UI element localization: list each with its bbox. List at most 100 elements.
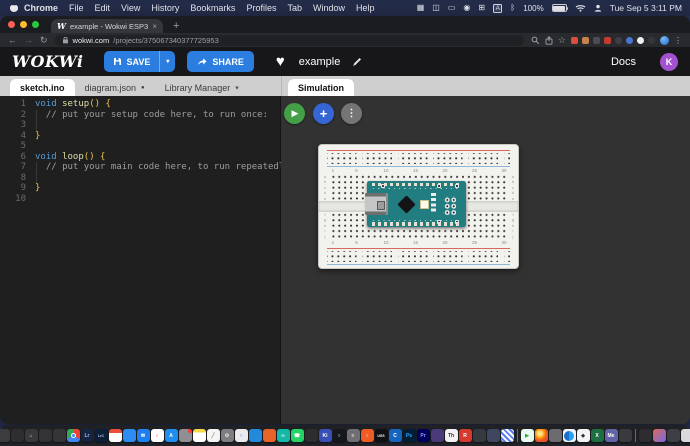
- dock-app-orange-icon[interactable]: [263, 429, 276, 442]
- dock-premiere-icon[interactable]: Pr: [417, 429, 430, 442]
- rail-holes-bottom[interactable]: [327, 251, 510, 262]
- dock-window-thumb-1-icon[interactable]: [639, 429, 652, 442]
- extension-icon-5[interactable]: [615, 37, 622, 44]
- screen-record-icon[interactable]: ◉: [463, 4, 470, 12]
- dock-app-store-icon[interactable]: A: [165, 429, 178, 442]
- apple-menu-icon[interactable]: [10, 4, 18, 12]
- menu-chrome[interactable]: Chrome: [24, 3, 58, 13]
- dock-app-gray-lines-icon[interactable]: ≡: [347, 429, 360, 442]
- menu-profiles[interactable]: Profiles: [246, 3, 276, 13]
- dock-meet-me-icon[interactable]: Me: [605, 429, 618, 442]
- dock-app-paw-icon[interactable]: [305, 429, 318, 442]
- rename-pencil-icon[interactable]: [352, 57, 362, 67]
- dock-app-dark-5-icon[interactable]: [619, 429, 632, 442]
- menu-file[interactable]: File: [69, 3, 84, 13]
- dock-window-thumb-3-icon[interactable]: [667, 429, 680, 442]
- dock-discord-icon[interactable]: [473, 429, 486, 442]
- reload-button[interactable]: ↻: [40, 35, 48, 45]
- dock-app-gray-2-icon[interactable]: [549, 429, 562, 442]
- url-bar[interactable]: wokwi.com/projects/375067340377725953: [55, 35, 524, 46]
- menu-tab[interactable]: Tab: [287, 3, 302, 13]
- dock-app-dark-3-icon[interactable]: [39, 429, 52, 442]
- menu-bookmarks[interactable]: Bookmarks: [190, 3, 235, 13]
- copy-icon[interactable]: ⊞: [478, 4, 485, 12]
- dock-app-gray-badge-icon[interactable]: [179, 429, 192, 442]
- docs-link[interactable]: Docs: [611, 56, 636, 68]
- dock-freeform-icon[interactable]: ╱: [207, 429, 220, 442]
- dock-app-striped-icon[interactable]: [501, 429, 514, 442]
- input-source-icon[interactable]: A: [493, 4, 502, 13]
- minimize-window-button[interactable]: [20, 21, 27, 28]
- dock-calendar-icon[interactable]: [109, 429, 122, 442]
- simulation-menu-button[interactable]: ⋮: [341, 103, 362, 124]
- extension-icon-8[interactable]: [648, 37, 655, 44]
- dock-excel-icon[interactable]: X: [591, 429, 604, 442]
- extension-icon-6[interactable]: [626, 37, 633, 44]
- dock-app-dark-4-icon[interactable]: [53, 429, 66, 442]
- dock-notes-icon[interactable]: [193, 429, 206, 442]
- menu-window[interactable]: Window: [313, 3, 345, 13]
- tab-library-manager[interactable]: Library Manager▾: [155, 79, 249, 96]
- extension-icon-4[interactable]: [604, 37, 611, 44]
- menu-help[interactable]: Help: [356, 3, 375, 13]
- dock-kicad-icon[interactable]: Ki: [319, 429, 332, 442]
- share-icon[interactable]: [545, 36, 553, 45]
- dock-music-icon[interactable]: ♪: [151, 429, 164, 442]
- dock-ugs-icon[interactable]: UGS: [375, 429, 388, 442]
- user-switch-icon[interactable]: [594, 4, 602, 12]
- dock-window-thumb-2-icon[interactable]: [653, 429, 666, 442]
- dock-virtualbox-icon[interactable]: ◆: [577, 429, 590, 442]
- back-button[interactable]: ←: [8, 35, 17, 45]
- play-button[interactable]: ▶: [284, 103, 305, 124]
- dock-settings-icon[interactable]: ⚙: [221, 429, 234, 442]
- dock-lightroom-classic-icon[interactable]: LrC: [95, 429, 108, 442]
- dock-preview-icon[interactable]: ○: [235, 429, 248, 442]
- bookmark-star-icon[interactable]: ☆: [558, 35, 566, 46]
- dock-whatsapp-icon[interactable]: ☎: [291, 429, 304, 442]
- tab-simulation[interactable]: Simulation: [288, 79, 354, 96]
- zoom-icon[interactable]: [531, 36, 540, 45]
- forward-button[interactable]: →: [24, 35, 33, 45]
- chrome-menu-icon[interactable]: ⋮: [674, 36, 682, 45]
- window-tiling-icon[interactable]: ◫: [432, 4, 440, 12]
- dock-github-icon[interactable]: ○: [333, 429, 346, 442]
- menu-edit[interactable]: Edit: [95, 3, 111, 13]
- dock-app-dark-1-icon[interactable]: [0, 429, 10, 442]
- tab-sketch-ino[interactable]: sketch.ino: [10, 79, 75, 96]
- close-window-button[interactable]: [8, 21, 15, 28]
- user-avatar[interactable]: K: [660, 53, 678, 71]
- extension-icon-3[interactable]: [593, 37, 600, 44]
- dock-app-green-white-icon[interactable]: ▶: [521, 429, 534, 442]
- extension-icon-2[interactable]: [582, 37, 589, 44]
- dock-app-red-icon[interactable]: R: [459, 429, 472, 442]
- dock-lightroom-icon[interactable]: Lr: [81, 429, 94, 442]
- dock-photoshop-icon[interactable]: Ps: [403, 429, 416, 442]
- display-icon[interactable]: ▭: [448, 4, 456, 12]
- save-button[interactable]: SAVE ▾: [104, 51, 176, 72]
- share-button[interactable]: SHARE: [187, 51, 254, 72]
- battery-icon[interactable]: [552, 4, 567, 12]
- dock-vscode-icon[interactable]: [249, 429, 262, 442]
- zoom-window-button[interactable]: [32, 21, 39, 28]
- rail-holes-top[interactable]: [327, 153, 510, 164]
- keyboard-icon[interactable]: ▦: [417, 4, 425, 12]
- dock-safari-icon[interactable]: [563, 429, 576, 442]
- favorite-heart-icon[interactable]: ♥: [276, 54, 285, 69]
- dock-github-desktop-icon[interactable]: [431, 429, 444, 442]
- dock-firefox-icon[interactable]: [535, 429, 548, 442]
- arduino-nano[interactable]: [367, 181, 466, 227]
- wifi-icon[interactable]: [575, 4, 586, 12]
- browser-tab[interactable]: W example - Wokwi ESP32, STM ×: [51, 19, 163, 33]
- breadboard[interactable]: 151015202530 abcde abcde fghij fghij 151…: [318, 144, 519, 269]
- new-tab-button[interactable]: +: [173, 19, 179, 33]
- tab-diagram-json[interactable]: diagram.json●: [75, 79, 155, 96]
- dock-home-app-icon[interactable]: ⌂: [25, 429, 38, 442]
- dock-app-c-blue-icon[interactable]: C: [389, 429, 402, 442]
- code-editor[interactable]: 1void setup() {2 // put your setup code …: [0, 96, 281, 424]
- dock-chrome-icon[interactable]: [67, 429, 80, 442]
- bluetooth-icon[interactable]: ᛒ: [510, 4, 515, 12]
- dock-postman-icon[interactable]: ○: [361, 429, 374, 442]
- dock-discord-2-icon[interactable]: [487, 429, 500, 442]
- tab-close-icon[interactable]: ×: [152, 22, 157, 31]
- menu-history[interactable]: History: [151, 3, 179, 13]
